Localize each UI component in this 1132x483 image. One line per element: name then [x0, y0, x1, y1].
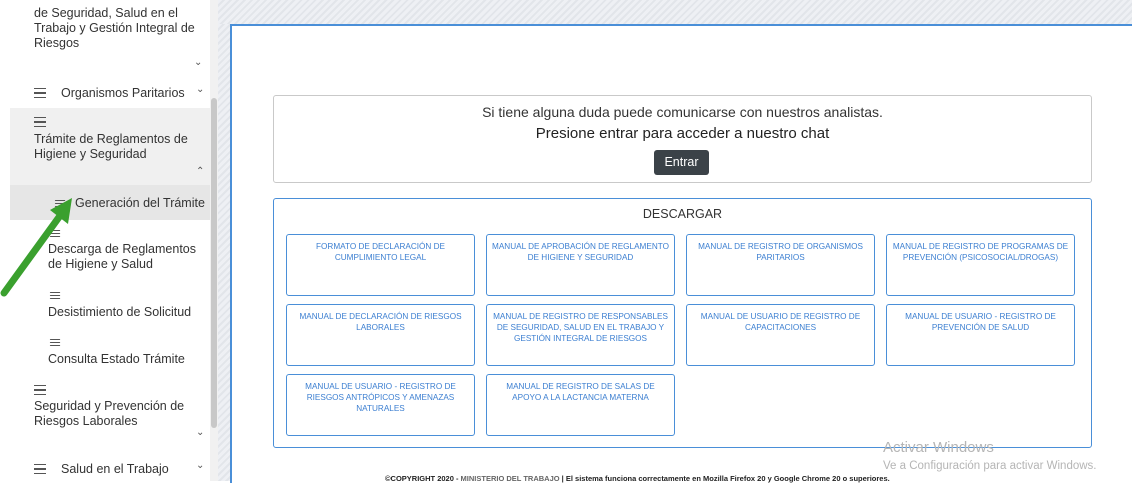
sidebar-item-generacion-tramite[interactable]: Generación del Trámite — [0, 195, 210, 215]
chevron-down-icon: ⌄ — [194, 57, 203, 68]
sidebar-item-label: Generación del Trámite — [75, 196, 205, 210]
sidebar: de Seguridad, Salud en el Trabajo y Gest… — [0, 0, 218, 481]
chevron-down-icon: ⌄ — [196, 84, 205, 95]
sidebar-item-label: Desistimiento de Solicitud — [48, 305, 192, 319]
sidebar-item-tramite-reglamentos[interactable]: Trámite de Reglamentos de Higiene y Segu… — [0, 112, 210, 182]
sidebar-item-label: Consulta Estado Trámite — [48, 352, 185, 366]
top-hatched-strip — [218, 0, 1132, 24]
downloads-title: DESCARGAR — [642, 207, 723, 221]
sidebar-item-label: Organismos Paritarios — [61, 86, 185, 100]
sidebar-item-salud-trabajo[interactable]: Salud en el Trabajo ⌄ — [0, 460, 210, 480]
download-button[interactable]: MANUAL DE DECLARACIÓN DE RIESGOS LABORAL… — [286, 304, 475, 366]
left-hatched-strip — [218, 24, 230, 481]
sidebar-item-label: Descarga de Reglamentos — [48, 242, 196, 256]
chat-help-text: Si tiene alguna duda puede comunicarse c… — [482, 104, 883, 120]
menu-icon — [49, 292, 61, 302]
chevron-down-icon: ⌄ — [196, 427, 205, 438]
download-button[interactable]: MANUAL DE REGISTRO DE PROGRAMAS DE PREVE… — [886, 234, 1075, 296]
scrollbar-thumb[interactable] — [211, 98, 217, 428]
sidebar-item-organismos-paritarios[interactable]: Organismos Paritarios ⌄ — [0, 84, 210, 104]
menu-icon — [34, 385, 46, 398]
menu-icon — [54, 200, 66, 210]
sidebar-item-gestion-riesgos[interactable]: de Seguridad, Salud en el Trabajo y Gest… — [0, 0, 210, 80]
download-button[interactable]: MANUAL DE REGISTRO DE RESPONSABLES DE SE… — [486, 304, 675, 366]
menu-icon — [49, 230, 61, 240]
sidebar-item-label: Trámite de Reglamentos de — [34, 132, 188, 146]
chat-panel: Si tiene alguna duda puede comunicarse c… — [273, 95, 1092, 183]
menu-icon — [34, 117, 46, 130]
footer: ©COPYRIGHT 2020 - MINISTERIO DEL TRABAJO… — [385, 474, 890, 483]
footer-org-link[interactable]: MINISTERIO DEL TRABAJO — [461, 474, 560, 483]
download-button[interactable]: MANUAL DE USUARIO - REGISTRO DE PREVENCI… — [886, 304, 1075, 366]
sidebar-item-label: de Seguridad, Salud en el — [34, 6, 178, 20]
download-button[interactable]: MANUAL DE USUARIO - REGISTRO DE RIESGOS … — [286, 374, 475, 436]
sidebar-item-consulta-estado[interactable]: Consulta Estado Trámite — [0, 337, 210, 367]
sidebar-item-label: Riesgos — [34, 36, 80, 50]
download-button[interactable]: MANUAL DE APROBACIÓN DE REGLAMENTO DE HI… — [486, 234, 675, 296]
sidebar-item-label: Trabajo y Gestión Integral de — [34, 21, 195, 35]
chat-instruction-text: Presione entrar para acceder a nuestro c… — [535, 125, 830, 142]
sidebar-item-label: Seguridad y Prevención de — [34, 399, 185, 413]
sidebar-item-label: Higiene y Seguridad — [34, 147, 147, 161]
download-button[interactable]: MANUAL DE REGISTRO DE ORGANISMOS PARITAR… — [686, 234, 875, 296]
sidebar-item-label: Riesgos Laborales — [34, 414, 138, 428]
download-button[interactable]: MANUAL DE USUARIO DE REGISTRO DE CAPACIT… — [686, 304, 875, 366]
windows-activation-title: Activar Windows — [883, 439, 994, 456]
sidebar-item-label: Salud en el Trabajo — [61, 462, 169, 476]
sidebar-item-desistimiento[interactable]: Desistimiento de Solicitud — [0, 290, 210, 320]
chevron-up-icon: ⌃ — [196, 166, 205, 177]
enter-chat-button[interactable]: Entrar — [654, 150, 709, 175]
download-button[interactable]: FORMATO DE DECLARACIÓN DE CUMPLIMIENTO L… — [286, 234, 475, 296]
sidebar-item-label: de Higiene y Salud — [48, 257, 153, 271]
sidebar-item-descarga-reglamentos[interactable]: Descarga de Reglamentos de Higiene y Sal… — [0, 228, 210, 276]
footer-copyright: ©COPYRIGHT 2020 - — [385, 474, 461, 483]
menu-icon — [34, 464, 46, 477]
sidebar-item-seguridad-prevencion[interactable]: Seguridad y Prevención de Riesgos Labora… — [0, 383, 210, 443]
footer-browser-note: | El sistema funciona correctamente en M… — [559, 474, 890, 483]
menu-icon — [34, 88, 46, 101]
menu-icon — [49, 339, 61, 349]
windows-activation-text: Ve a Configuración para activar Windows. — [883, 460, 1097, 472]
download-button[interactable]: MANUAL DE REGISTRO DE SALAS DE APOYO A L… — [486, 374, 675, 436]
chevron-down-icon: ⌄ — [196, 460, 205, 471]
sidebar-scrollbar[interactable] — [210, 0, 218, 481]
